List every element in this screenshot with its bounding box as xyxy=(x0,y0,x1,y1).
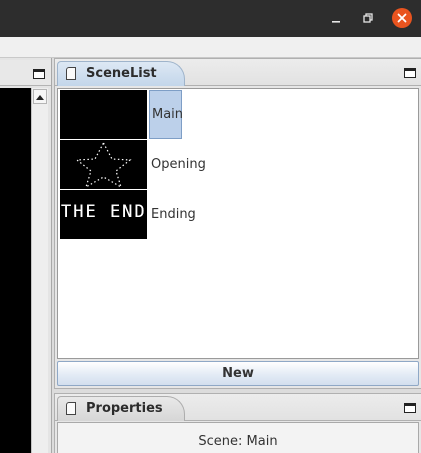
scene-item-main[interactable]: Main xyxy=(60,90,190,140)
properties-panel: Properties Scene: Main xyxy=(54,393,421,453)
menu-strip xyxy=(0,37,421,58)
scene-name-label: Scene: Main xyxy=(198,434,278,449)
stage-canvas[interactable] xyxy=(0,88,31,453)
tab-properties[interactable]: Properties xyxy=(57,396,185,421)
document-icon xyxy=(66,67,76,80)
scene-item-ending[interactable]: THE END Ending xyxy=(60,190,196,240)
thumbnail-text: THE END xyxy=(61,202,147,222)
scenelist-tab-row: SceneList xyxy=(55,59,421,86)
canvas-panel xyxy=(0,58,52,453)
maximize-panel-icon[interactable] xyxy=(404,68,416,78)
arrow-up-icon xyxy=(36,94,44,100)
tab-scenelist[interactable]: SceneList xyxy=(57,61,185,86)
scene-thumbnail xyxy=(60,140,147,189)
scene-item-opening[interactable]: Opening xyxy=(60,140,206,190)
scene-label: Main xyxy=(149,90,183,139)
scene-thumbnail: THE END xyxy=(60,190,147,239)
minimize-icon xyxy=(332,21,340,23)
maximize-icon xyxy=(363,13,373,23)
properties-title: Properties xyxy=(86,401,163,416)
properties-tab-row: Properties xyxy=(55,394,421,421)
canvas-panel-header xyxy=(0,60,51,86)
close-button[interactable] xyxy=(392,8,412,28)
scene-list[interactable]: Main Opening THE END Ending xyxy=(57,88,419,359)
maximize-button[interactable] xyxy=(358,8,378,28)
star-outline-icon xyxy=(75,141,132,189)
window-titlebar xyxy=(0,0,421,37)
minimize-button[interactable] xyxy=(326,8,346,28)
vertical-scrollbar[interactable] xyxy=(31,88,48,453)
scenelist-title: SceneList xyxy=(86,66,157,81)
new-scene-button[interactable]: New xyxy=(57,361,419,386)
scroll-up-button[interactable] xyxy=(33,89,47,104)
scene-label: Opening xyxy=(151,157,206,172)
document-icon xyxy=(66,402,76,415)
maximize-panel-icon[interactable] xyxy=(404,403,416,413)
close-icon xyxy=(397,13,407,23)
scenelist-panel: SceneList Main Opening THE END Ending Ne… xyxy=(54,58,421,389)
maximize-panel-icon[interactable] xyxy=(33,69,45,79)
scene-thumbnail xyxy=(60,90,147,139)
properties-body: Scene: Main xyxy=(57,422,419,453)
scene-label: Ending xyxy=(151,207,196,222)
